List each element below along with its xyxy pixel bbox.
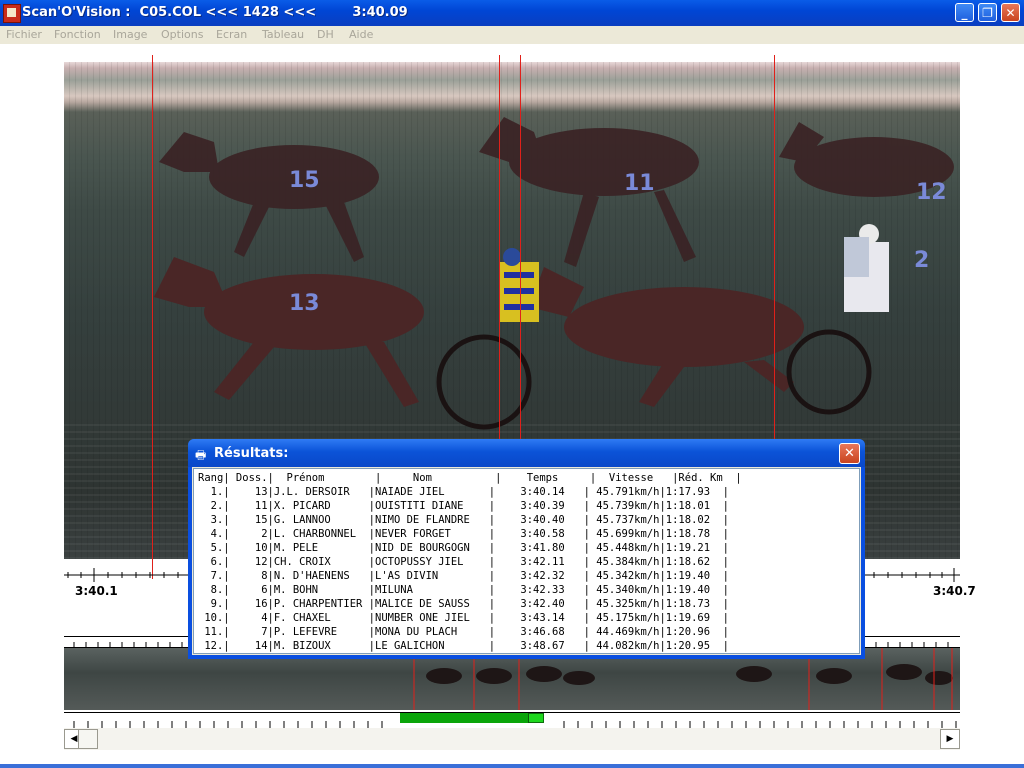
- svg-text:2: 2: [914, 248, 929, 273]
- results-header: Rang| Doss.| Prénom | Nom | Temps | Vite…: [198, 472, 742, 484]
- menu-fichier[interactable]: Fichier: [6, 28, 42, 41]
- results-dialog: 🖶 Résultats: ✕ Rang| Doss.| Prénom | Nom…: [188, 439, 865, 659]
- results-row[interactable]: 12.| 14|M. BIZOUX |LE GALICHON | 3:48.67…: [198, 639, 729, 653]
- results-row[interactable]: 9.| 16|P. CHARPENTIER |MALICE DE SAUSS |…: [198, 597, 729, 611]
- svg-text:11: 11: [624, 171, 655, 196]
- results-row[interactable]: 4.| 2|L. CHARBONNEL |NEVER FORGET | 3:40…: [198, 527, 729, 541]
- menu-ecran[interactable]: Ecran: [216, 28, 247, 41]
- results-close-button[interactable]: ✕: [839, 443, 860, 464]
- svg-text:15: 15: [289, 168, 320, 193]
- results-row[interactable]: 5.| 10|M. PELE |NID DE BOURGOGN | 3:41.8…: [198, 541, 729, 555]
- results-dialog-title: Résultats:: [214, 446, 289, 461]
- results-dialog-body: Rang| Doss.| Prénom | Nom | Temps | Vite…: [192, 467, 861, 655]
- results-row[interactable]: 11.| 7|P. LEFEVRE |MONA DU PLACH | 3:46.…: [198, 625, 729, 639]
- scroll-right-button[interactable]: ▶: [940, 729, 960, 749]
- cursor-line[interactable]: [152, 55, 153, 579]
- cursor-line[interactable]: [774, 55, 775, 439]
- results-row[interactable]: 8.| 6|M. BOHN |MILUNA | 3:42.33 | 45.340…: [198, 583, 729, 597]
- svg-text:12: 12: [916, 180, 947, 205]
- taskbar-edge: [0, 764, 1024, 768]
- results-row[interactable]: 10.| 4|F. CHAXEL |NUMBER ONE JIEL | 3:43…: [198, 611, 729, 625]
- window-title: Scan'O'Vision : C05.COL <<< 1428 <<< 3:4…: [22, 5, 408, 20]
- results-row[interactable]: 7.| 8|N. D'HAENENS |L'AS DIVIN | 3:42.32…: [198, 569, 729, 583]
- svg-text:13: 13: [289, 291, 320, 316]
- menu-options[interactable]: Options: [161, 28, 203, 41]
- time-label-end: 3:40.7: [933, 584, 976, 598]
- results-row[interactable]: 1.| 13|J.L. DERSOIR |NAIADE JIEL | 3:40.…: [198, 485, 729, 499]
- cursor-line[interactable]: [520, 55, 521, 439]
- menu-aide[interactable]: Aide: [349, 28, 373, 41]
- cursor-line[interactable]: [499, 55, 500, 439]
- results-table[interactable]: Rang| Doss.| Prénom | Nom | Temps | Vite…: [193, 468, 860, 654]
- menu-fonction[interactable]: Fonction: [54, 28, 101, 41]
- results-row[interactable]: 6.| 12|CH. CROIX |OCTOPUSSY JIEL | 3:42.…: [198, 555, 729, 569]
- app-icon[interactable]: [3, 4, 21, 23]
- scroll-thumb[interactable]: [78, 729, 98, 749]
- results-row[interactable]: 3.| 15|G. LANNOO |NIMO DE FLANDRE | 3:40…: [198, 513, 729, 527]
- close-button[interactable]: ✕: [1001, 3, 1020, 22]
- results-dialog-titlebar[interactable]: 🖶 Résultats: ✕: [188, 439, 865, 467]
- title-bar: Scan'O'Vision : C05.COL <<< 1428 <<< 3:4…: [0, 0, 1024, 26]
- menu-bar: Fichier Fonction Image Options Ecran Tab…: [0, 26, 1024, 44]
- printer-icon: 🖶: [195, 448, 207, 462]
- time-label-start: 3:40.1: [75, 584, 118, 598]
- menu-tableau[interactable]: Tableau: [262, 28, 304, 41]
- results-row[interactable]: 2.| 11|X. PICARD |OUISTITI DIANE | 3:40.…: [198, 499, 729, 513]
- minimize-button[interactable]: _: [955, 3, 974, 22]
- menu-image[interactable]: Image: [113, 28, 147, 41]
- maximize-button[interactable]: ❐: [978, 3, 997, 22]
- horizontal-scrollbar[interactable]: ◀ ▶: [64, 728, 960, 750]
- overview-view-window-body: [400, 713, 529, 723]
- menu-dh[interactable]: DH: [317, 28, 334, 41]
